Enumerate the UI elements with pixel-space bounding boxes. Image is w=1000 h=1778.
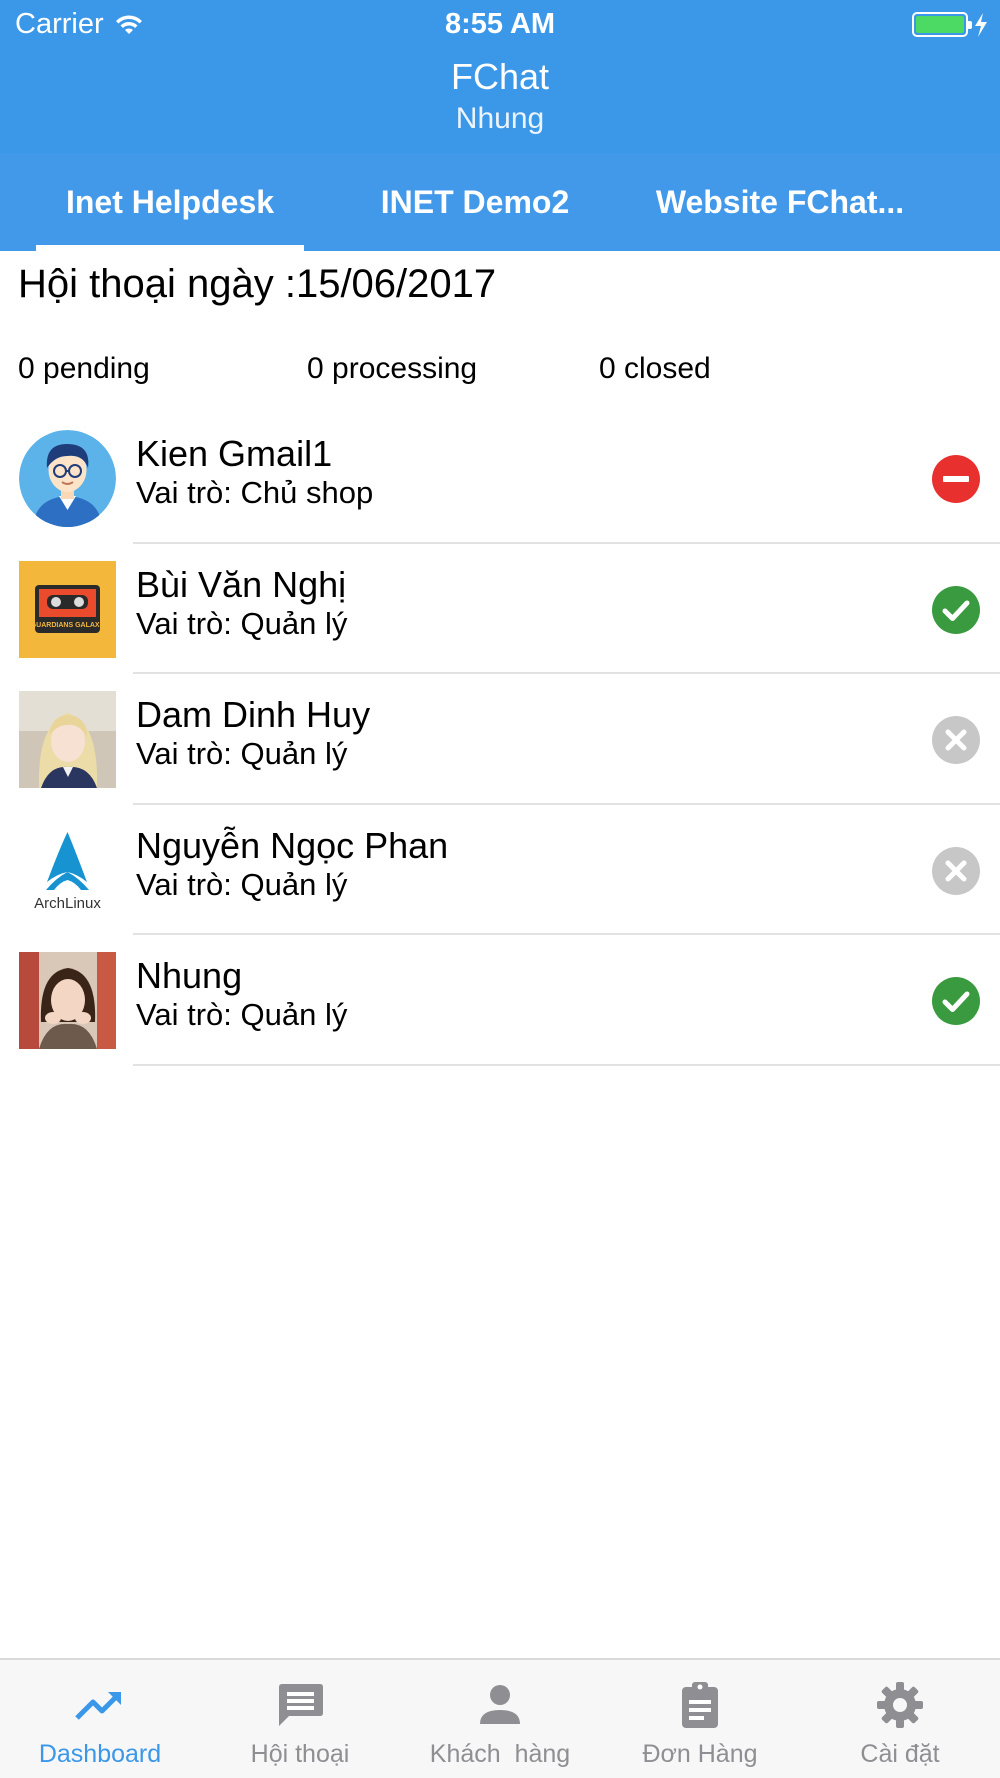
list-item[interactable]: GUARDIANS GALAXY Bùi Văn Nghị Vai trò: Q…: [0, 544, 1000, 674]
member-name: Dam Dinh Huy: [136, 694, 371, 735]
member-list: Kien Gmail1 Vai trò: Chủ shop GUARDIANS …: [0, 413, 1000, 1066]
avatar: ArchLinux: [19, 821, 116, 919]
avatar: [19, 430, 116, 527]
cassette-avatar-icon: GUARDIANS GALAXY: [19, 560, 116, 658]
nav-label: Đơn Hàng: [642, 1740, 758, 1768]
member-name: Kien Gmail1: [136, 433, 333, 474]
photo-avatar-icon: [19, 952, 116, 1049]
nav-label: Dashboard: [38, 1740, 162, 1768]
pending-count: 0 pending: [18, 352, 150, 385]
blocked-icon[interactable]: [932, 455, 980, 503]
nav-orders[interactable]: Đơn Hàng: [600, 1660, 800, 1778]
clipboard-icon: [682, 1682, 718, 1728]
list-item[interactable]: ArchLinux Nguyễn Ngọc Phan Vai trò: Quản…: [0, 805, 1000, 935]
divider: [133, 1063, 1000, 1066]
tab-inet-demo2[interactable]: INET Demo2: [340, 153, 610, 251]
battery-indicator: [912, 12, 988, 37]
nav-customers[interactable]: Khách hàng: [400, 1660, 600, 1778]
member-role: Vai trò: Quản lý: [136, 736, 348, 771]
conversation-date: Hội thoại ngày :15/06/2017: [18, 262, 497, 306]
member-role: Vai trò: Chủ shop: [136, 475, 374, 510]
member-role: Vai trò: Quản lý: [136, 605, 348, 641]
photo-avatar-icon: [19, 691, 116, 788]
person-icon: [480, 1685, 520, 1724]
active-tab-indicator: [36, 245, 304, 251]
status-time: 8:55 AM: [444, 8, 556, 40]
nav-settings[interactable]: Cài đặt: [800, 1660, 1000, 1778]
archlinux-logo-icon: ArchLinux: [19, 821, 116, 919]
page-title: FChat: [450, 56, 550, 97]
x-circle-icon[interactable]: [932, 846, 980, 895]
member-name: Bùi Văn Nghị: [136, 563, 347, 605]
fanpage-tabs: Inet Helpdesk INET Demo2 Website FChat..…: [0, 153, 1000, 251]
processing-count: 0 processing: [307, 352, 478, 385]
member-role: Vai trò: Quản lý: [136, 997, 348, 1032]
charging-bolt-icon: [975, 12, 987, 37]
check-circle-icon[interactable]: [932, 585, 980, 634]
member-name: Nguyễn Ngọc Phan: [136, 824, 449, 866]
gear-icon: [877, 1682, 923, 1728]
list-item[interactable]: Nhung Vai trò: Quản lý: [0, 935, 1000, 1066]
avatar: GUARDIANS GALAXY: [19, 560, 116, 658]
closed-count: 0 closed: [599, 352, 711, 385]
nav-dashboard[interactable]: Dashboard: [0, 1660, 200, 1778]
conversation-stats: 0 pending 0 processing 0 closed: [0, 352, 1000, 392]
nav-label: Khách hàng: [429, 1740, 571, 1768]
check-circle-icon[interactable]: [932, 977, 980, 1025]
nav-label: Hội thoại: [250, 1740, 350, 1768]
list-item[interactable]: Kien Gmail1 Vai trò: Chủ shop: [0, 413, 1000, 544]
bottom-tab-bar: Dashboard Hội thoại Khách hàng Đơn Hàng: [0, 1658, 1000, 1778]
x-circle-icon[interactable]: [932, 716, 980, 764]
cartoon-avatar-icon: [19, 430, 116, 527]
avatar: [19, 952, 116, 1049]
status-bar: Carrier 8:55 AM: [0, 0, 1000, 50]
app-header: Carrier 8:55 AM FChat Nhung: [0, 0, 1000, 153]
cassette-label: GUARDIANS GALAXY: [31, 622, 105, 629]
page-subtitle: Nhung: [455, 102, 545, 135]
chat-icon: [279, 1684, 323, 1726]
tab-website-fchat[interactable]: Website FChat...: [640, 153, 920, 251]
battery-icon: [912, 12, 972, 37]
nav-conversations[interactable]: Hội thoại: [200, 1660, 400, 1778]
tab-inet-helpdesk[interactable]: Inet Helpdesk: [36, 153, 304, 251]
member-name: Nhung: [136, 955, 243, 996]
list-item[interactable]: Dam Dinh Huy Vai trò: Quản lý: [0, 674, 1000, 805]
archlinux-wordmark: ArchLinux: [34, 895, 101, 912]
avatar: [19, 691, 116, 788]
member-role: Vai trò: Quản lý: [136, 866, 348, 902]
trending-up-icon: [75, 1692, 121, 1720]
nav-label: Cài đặt: [860, 1740, 940, 1768]
